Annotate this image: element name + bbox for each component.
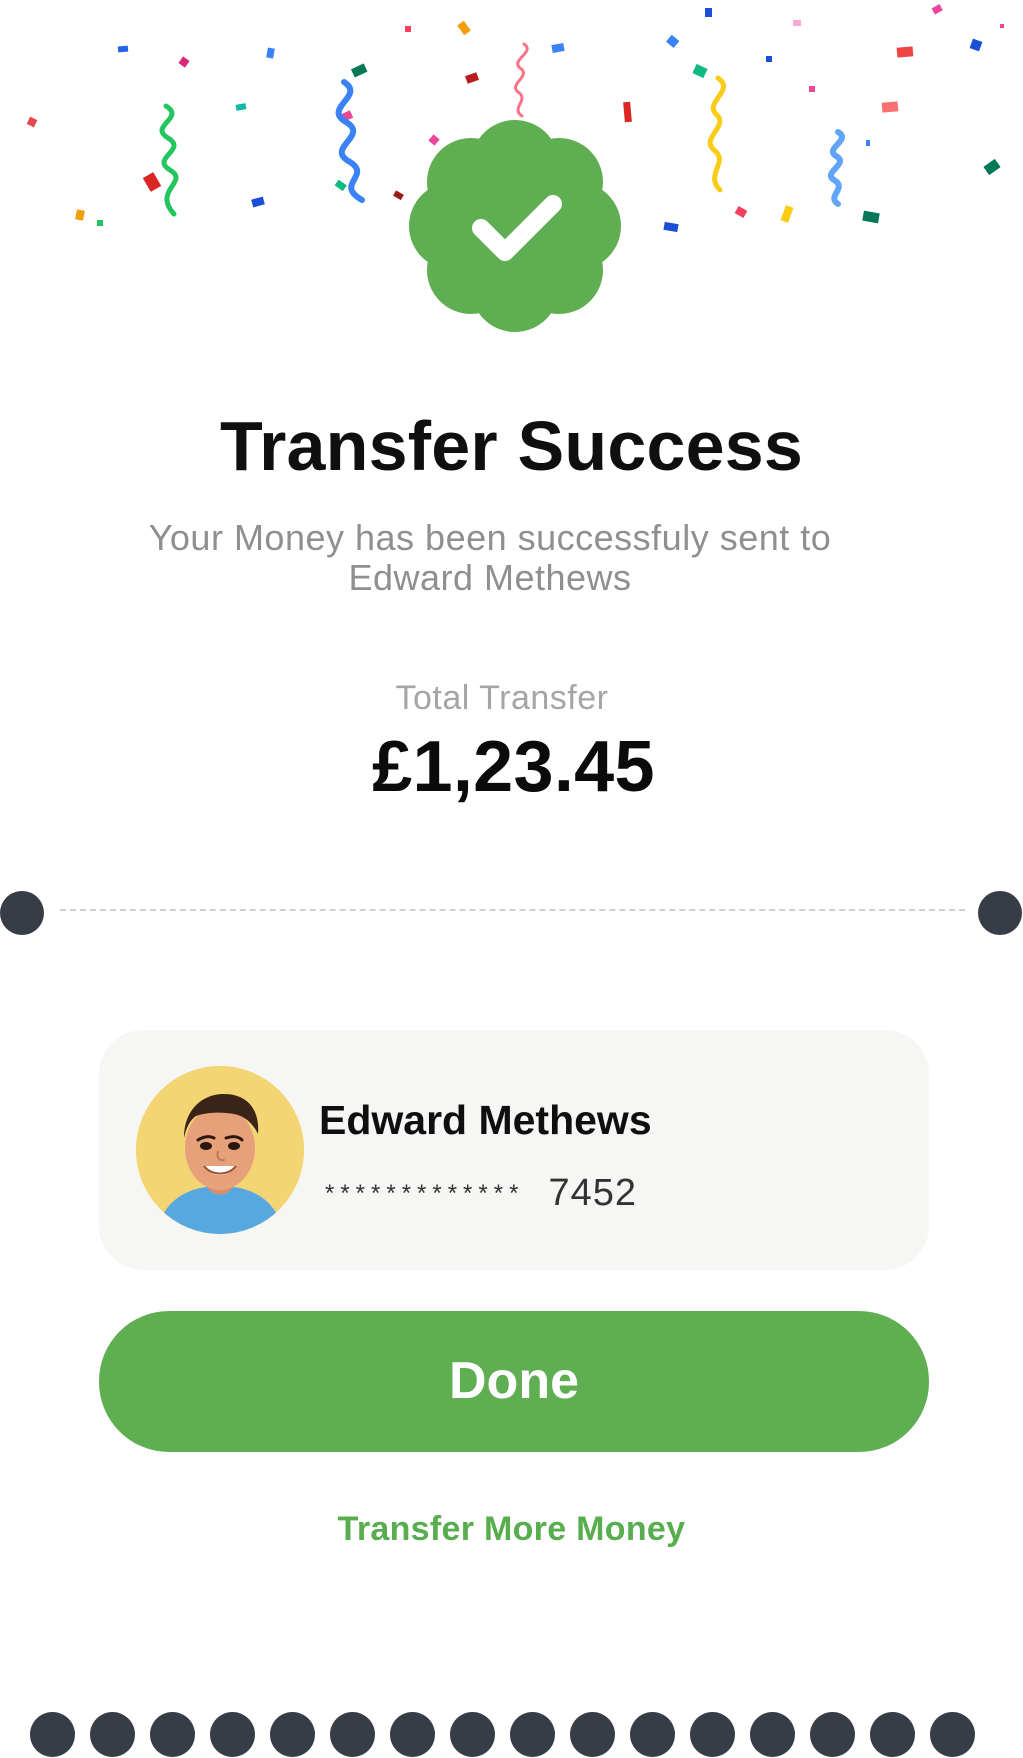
recipient-avatar <box>136 1066 304 1234</box>
recipient-name: Edward Methews <box>319 1097 652 1143</box>
receipt-edge-dot <box>690 1712 735 1757</box>
receipt-edge-dot <box>90 1712 135 1757</box>
receipt-edge-dot <box>390 1712 435 1757</box>
receipt-edge-dot <box>30 1712 75 1757</box>
receipt-edge-dot <box>930 1712 975 1757</box>
recipient-card: Edward Methews ************* 7452 <box>99 1030 929 1270</box>
success-message: Your Money has been successfuly sent to … <box>148 517 832 598</box>
receipt-edge-dot <box>510 1712 555 1757</box>
receipt-edge-dot <box>750 1712 795 1757</box>
account-number: ************* 7452 <box>325 1171 637 1216</box>
receipt-divider <box>60 909 965 911</box>
done-button[interactable]: Done <box>99 1311 929 1452</box>
receipt-edge-dot <box>870 1712 915 1757</box>
check-badge-icon <box>409 120 621 332</box>
page-title: Transfer Success <box>220 407 803 485</box>
transfer-more-money-link[interactable]: Transfer More Money <box>0 1508 1023 1550</box>
receipt-edge-dot <box>450 1712 495 1757</box>
receipt-bottom-edge <box>30 1712 990 1758</box>
receipt-edge-dot <box>330 1712 375 1757</box>
receipt-edge-dot <box>210 1712 255 1757</box>
receipt-edge-dot <box>810 1712 855 1757</box>
person-avatar-icon <box>136 1066 304 1234</box>
receipt-notch-left <box>0 891 44 935</box>
account-last4: 7452 <box>548 1172 637 1214</box>
receipt-edge-dot <box>630 1712 675 1757</box>
transfer-success-screen: Transfer Success Your Money has been suc… <box>0 0 1023 1758</box>
receipt-edge-dot <box>270 1712 315 1757</box>
total-transfer-label: Total Transfer <box>395 679 609 717</box>
receipt-edge-dot <box>150 1712 195 1757</box>
masked-account-digits: ************* <box>325 1180 525 1207</box>
transfer-amount: £1,23.45 <box>372 727 655 807</box>
receipt-edge-dot <box>570 1712 615 1757</box>
receipt-notch-right <box>978 891 1022 935</box>
